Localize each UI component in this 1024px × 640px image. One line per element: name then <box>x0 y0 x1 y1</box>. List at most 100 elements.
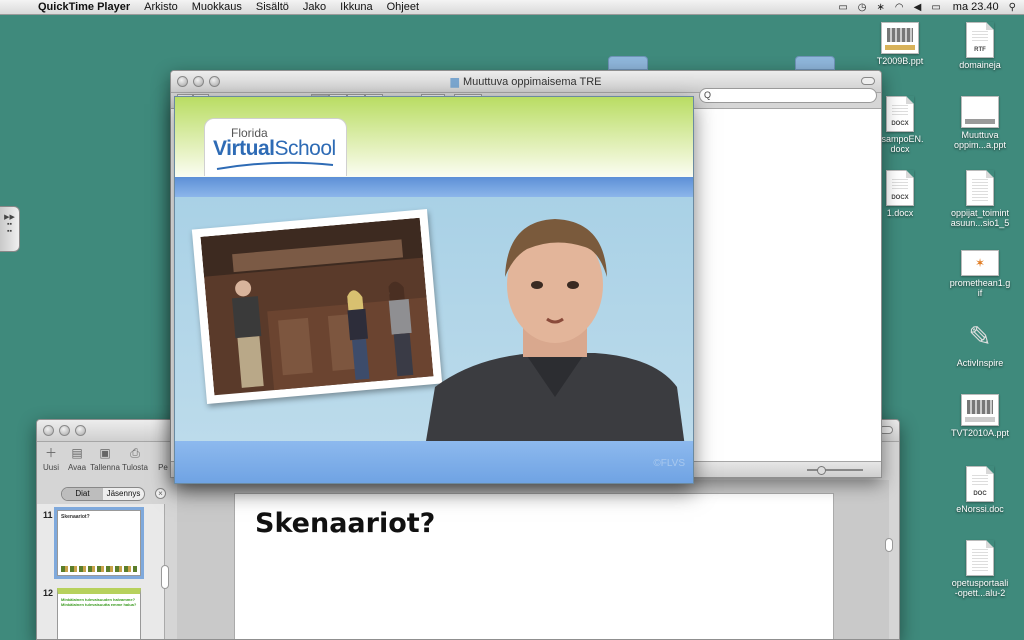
document-file-icon: DOCX <box>886 96 914 132</box>
desktop-file-label: T2009B.ppt <box>876 56 924 66</box>
editor-scrollbar[interactable] <box>885 538 893 552</box>
document-file-icon: DOC <box>966 466 994 502</box>
desktop-file-label: esampoEN. <box>876 134 924 144</box>
bluetooth-icon[interactable]: ∗ <box>877 2 885 13</box>
print-icon: ⎙ <box>130 446 140 460</box>
desktop-file-label: opetusportaali <box>951 578 1009 588</box>
new-document-icon: ＋ <box>44 446 57 460</box>
desktop-file-label: promethean1.g <box>949 278 1011 288</box>
desktop-file-promethean[interactable]: ✶ promethean1.g if <box>940 250 1020 298</box>
desktop-file-label: 1.docx <box>886 208 914 218</box>
save-button[interactable]: ▣ Tallenna <box>90 446 120 486</box>
quicktime-video-player[interactable]: Florida VirtualSchool ©FLVS <box>174 96 694 484</box>
activinspire-app-icon: ✎ <box>968 321 992 352</box>
side-drawer-tab[interactable]: ▶▶ ▪▪ ▪▪ <box>0 206 20 252</box>
slide-title[interactable]: Skenaariot? <box>255 508 435 539</box>
desktop-file-label: Muuttuva <box>961 130 999 140</box>
logo-main-text: VirtualSchool <box>213 137 336 160</box>
slide-thumbnail[interactable]: Skenaariot? <box>54 507 144 579</box>
desktop-file-muuttuva[interactable]: Muuttuva oppim...a.ppt <box>940 96 1020 150</box>
video-top-bar <box>175 177 693 197</box>
slide-canvas[interactable]: Skenaariot? <box>234 493 834 639</box>
open-folder-icon: ▤ <box>71 446 83 460</box>
display-icon[interactable]: ▭ <box>838 2 847 13</box>
desktop-file-label: oppijat_toimint <box>950 208 1010 218</box>
slide-edit-area: Skenaariot? <box>177 480 889 639</box>
slide-number: 12 <box>43 588 54 598</box>
logo-swoosh-icon <box>216 161 334 170</box>
desktop-file-label: asuun...sio1_5 <box>950 218 1010 228</box>
spotlight-icon[interactable]: ⚲ <box>1009 2 1016 13</box>
folder-icon: ▆ <box>450 76 459 88</box>
video-bottom-bar <box>175 441 693 483</box>
thumbnail-text: Minkälainen tulevaisuutta emme halua? <box>61 602 137 607</box>
menu-arkisto[interactable]: Arkisto <box>144 1 178 13</box>
desktop-file-label: domaineja <box>959 60 1001 70</box>
desktop-file-label: docx <box>890 144 910 154</box>
paste-icon <box>156 446 170 460</box>
zoom-window-button[interactable] <box>75 425 86 436</box>
slide-thumbnail[interactable]: Minkälainen tulevaisuuden halvamme? Mink… <box>57 588 141 639</box>
menu-jako[interactable]: Jako <box>303 1 326 13</box>
new-label: Uusi <box>42 463 59 472</box>
menu-ikkuna[interactable]: Ikkuna <box>340 1 372 13</box>
open-label: Avaa <box>67 463 87 472</box>
presentation-file-icon <box>961 96 999 128</box>
menu-clock[interactable]: ma 23.40 <box>953 1 999 13</box>
desktop-file-label: oppim...a.ppt <box>953 140 1007 150</box>
window-title-text: Muuttuva oppimaisema TRE <box>462 76 602 88</box>
desktop-file-tvt2009b[interactable]: T2009B.ppt <box>860 22 940 66</box>
new-button[interactable]: ＋ Uusi <box>41 446 61 486</box>
tab-outline[interactable]: Jäsennys <box>103 488 144 500</box>
desktop-file-label: TVT2010A.ppt <box>950 428 1010 438</box>
desktop-file-label: -opett...alu-2 <box>954 588 1006 598</box>
menu-muokkaus[interactable]: Muokkaus <box>192 1 242 13</box>
paste-label: Pe <box>158 463 168 472</box>
florida-virtual-school-logo: Florida VirtualSchool <box>204 118 347 176</box>
desktop-file-enorssi[interactable]: DOC eNorssi.doc <box>940 466 1020 514</box>
inset-photo-frame <box>191 209 443 404</box>
close-window-button[interactable] <box>43 425 54 436</box>
wifi-icon[interactable]: ◠ <box>895 2 904 13</box>
print-label: Tulosta <box>122 463 148 472</box>
menu-ohjeet[interactable]: Ohjeet <box>387 1 419 13</box>
inset-photo <box>200 217 434 396</box>
folder-icon[interactable] <box>608 56 648 70</box>
save-label: Tallenna <box>90 463 120 472</box>
video-watermark: ©FLVS <box>653 458 685 469</box>
document-file-icon <box>966 540 994 576</box>
desktop-file-opetusportaali[interactable]: opetusportaali -opett...alu-2 <box>940 540 1020 598</box>
desktop-file-oppijat[interactable]: oppijat_toimint asuun...sio1_5 <box>940 170 1020 228</box>
thumbnail-title: Skenaariot? <box>61 514 90 520</box>
desktop-file-tvt2010a[interactable]: TVT2010A.ppt <box>940 394 1020 438</box>
window-controls <box>43 425 86 436</box>
search-input[interactable]: Q <box>699 88 877 103</box>
print-button[interactable]: ⎙ Tulosta <box>122 446 148 486</box>
window-title: ▆ Muuttuva oppimaisema TRE <box>171 75 881 88</box>
volume-icon[interactable]: ◀ <box>914 2 922 13</box>
battery-icon[interactable]: ▭ <box>931 2 940 13</box>
icon-size-slider[interactable] <box>807 466 863 475</box>
open-button[interactable]: ▤ Avaa <box>67 446 87 486</box>
ppt-toolbar: ＋ Uusi ▤ Avaa ▣ Tallenna ⎙ Tulosta Pe <box>37 442 177 486</box>
tab-slides[interactable]: Diat <box>62 488 103 500</box>
thumbnail-scrollbar[interactable] <box>161 565 169 589</box>
slide-thumbnail-row[interactable]: 11 Skenaariot? <box>43 507 144 579</box>
slide-thumbnail-pane: 11 Skenaariot? 12 Minkälainen tulevaisuu… <box>37 504 165 639</box>
slide-thumbnail-row[interactable]: 12 Minkälainen tulevaisuuden halvamme? M… <box>43 588 141 639</box>
image-file-icon: ✶ <box>961 250 999 276</box>
time-machine-icon[interactable]: ◷ <box>858 2 867 13</box>
close-pane-icon[interactable]: × <box>155 488 166 499</box>
menu-sisalto[interactable]: Sisältö <box>256 1 289 13</box>
presentation-file-icon <box>961 394 999 426</box>
desktop-file-domaineja[interactable]: RTF domaineja <box>940 22 1020 70</box>
document-file-icon <box>966 170 994 206</box>
slide-number: 11 <box>43 510 53 520</box>
menu-bar: QuickTime Player Arkisto Muokkaus Sisält… <box>0 0 1024 15</box>
menu-app-name[interactable]: QuickTime Player <box>38 1 130 13</box>
minimize-window-button[interactable] <box>59 425 70 436</box>
toolbar-toggle-button[interactable] <box>861 77 875 85</box>
folder-icon[interactable] <box>795 56 835 70</box>
desktop-app-activinspire[interactable]: ✎ ActivInspire <box>940 318 1020 368</box>
view-toggle: Diat Jäsennys <box>61 487 145 501</box>
